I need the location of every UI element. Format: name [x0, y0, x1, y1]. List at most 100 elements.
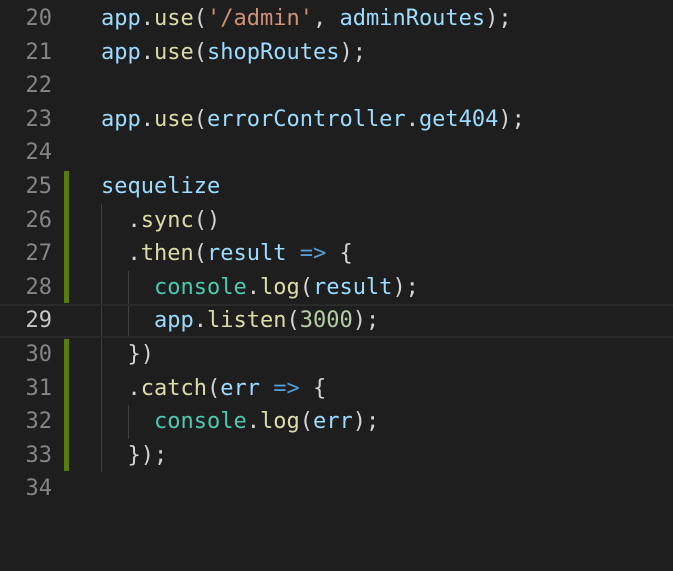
code-token-punc: .	[140, 6, 154, 31]
code-line[interactable]: 30 })	[0, 338, 673, 372]
line-number: 27	[25, 241, 53, 267]
code-token-punc: ()	[193, 207, 221, 233]
code-token-punc	[101, 376, 128, 401]
code-line[interactable]: 21 app.use(shopRoutes);	[0, 36, 673, 70]
code-line[interactable]: 31 .catch(err => {	[0, 372, 673, 406]
code-token-op: =>	[299, 241, 327, 267]
line-number: 28	[25, 274, 53, 300]
code-token-var: sequelize	[101, 174, 221, 199]
line-content[interactable]: .sync()	[101, 204, 221, 238]
line-number: 20	[25, 6, 53, 31]
code-token-punc: );	[339, 39, 366, 65]
line-number: 25	[25, 174, 53, 199]
line-content[interactable]: sequelize	[101, 170, 220, 204]
code-token-fn: log	[259, 409, 300, 435]
code-token-punc: .	[193, 308, 207, 334]
code-token-var: app	[153, 308, 194, 334]
line-number: 31	[25, 375, 53, 401]
code-token-num: 3000	[299, 308, 353, 334]
line-number: 32	[25, 409, 53, 435]
code-token-punc: {	[299, 375, 327, 401]
code-line[interactable]: 23 app.use(errorController.get404);	[0, 103, 673, 137]
code-token-cls: console	[153, 274, 247, 300]
code-token-var: err	[312, 409, 353, 435]
code-token-punc: })	[127, 342, 155, 367]
line-content[interactable]: app.use('/admin', adminRoutes);	[101, 2, 512, 36]
code-token-var: errorController	[207, 106, 406, 132]
code-line[interactable]: 33 });	[0, 439, 673, 473]
code-token-punc: (	[193, 106, 207, 132]
line-number: 21	[25, 39, 53, 65]
code-token-fn: sync	[140, 207, 194, 233]
code-token-punc: (	[206, 375, 221, 401]
code-line[interactable]: 29 app.listen(3000);	[0, 304, 673, 339]
code-token-var: app	[101, 39, 141, 65]
code-token-var: get404	[418, 106, 499, 132]
code-line[interactable]: 20 app.use('/admin', adminRoutes);	[0, 2, 673, 36]
code-token-punc: .	[127, 375, 141, 401]
code-line[interactable]: 28 console.log(result);	[0, 271, 673, 305]
code-token-punc: .	[405, 106, 419, 132]
line-number: 22	[25, 73, 53, 99]
code-token-punc: );	[485, 6, 512, 31]
code-token-punc: (	[193, 6, 207, 31]
code-token-punc	[101, 409, 154, 434]
code-token-punc	[286, 241, 299, 266]
code-line[interactable]: 26 .sync()	[0, 204, 673, 238]
code-token-fn: log	[259, 274, 300, 300]
code-token-punc	[101, 308, 154, 333]
line-number: 30	[25, 342, 53, 367]
line-content[interactable]: app.use(shopRoutes);	[101, 36, 366, 70]
code-line[interactable]: 32 console.log(err);	[0, 405, 673, 439]
line-content[interactable]: app.listen(3000);	[101, 306, 379, 336]
code-line[interactable]: 25 sequelize	[0, 170, 673, 204]
line-content[interactable]: .catch(err => {	[101, 372, 327, 406]
code-line[interactable]: 24	[0, 136, 673, 170]
code-token-punc: );	[498, 106, 525, 132]
code-token-punc: (	[299, 274, 313, 300]
code-token-punc	[260, 376, 273, 401]
code-line[interactable]: 34	[0, 472, 673, 506]
line-number: 24	[25, 140, 53, 166]
code-editor[interactable]: 20 app.use('/admin', adminRoutes); 21 app.u…	[0, 0, 673, 571]
code-token-cls: console	[153, 409, 247, 435]
line-content[interactable]: console.log(result);	[101, 271, 419, 305]
code-token-punc: (	[193, 39, 207, 65]
line-content[interactable]: });	[101, 439, 168, 473]
code-token-var: err	[220, 375, 260, 401]
line-number: 33	[25, 442, 53, 468]
line-content[interactable]: console.log(err);	[101, 405, 379, 439]
code-token-fn: catch	[140, 375, 207, 401]
code-token-punc	[101, 208, 128, 233]
code-token-var: result	[312, 274, 393, 300]
code-line[interactable]: 22	[0, 69, 673, 103]
line-number: 23	[25, 106, 53, 132]
code-token-punc: .	[140, 106, 154, 132]
line-content[interactable]: })	[101, 338, 155, 372]
code-token-punc	[101, 342, 128, 367]
code-token-var: adminRoutes	[339, 6, 486, 31]
code-token-var: result	[206, 241, 287, 267]
code-line[interactable]: 27 .then(result => {	[0, 237, 673, 271]
code-token-fn: use	[154, 39, 194, 65]
code-token-punc: .	[246, 274, 260, 300]
code-token-var: app	[101, 106, 141, 132]
code-token-fn: then	[140, 241, 194, 267]
code-token-punc: .	[127, 207, 141, 233]
code-token-punc: (	[299, 409, 313, 435]
line-number: 34	[25, 476, 53, 502]
code-token-punc	[101, 275, 154, 300]
line-content[interactable]: app.use(errorController.get404);	[101, 103, 525, 137]
code-token-punc	[101, 241, 128, 266]
code-token-str: '/admin'	[207, 6, 313, 31]
line-content[interactable]: .then(result => {	[101, 237, 353, 271]
code-token-op: =>	[273, 375, 300, 401]
code-token-fn: use	[154, 106, 194, 132]
code-token-punc: );	[392, 274, 419, 300]
code-token-punc: (	[286, 308, 300, 334]
code-token-punc	[101, 443, 128, 468]
code-token-var: app	[101, 6, 141, 31]
code-token-punc: );	[352, 409, 380, 435]
code-token-punc: ,	[312, 6, 340, 31]
code-token-punc: .	[140, 39, 154, 65]
